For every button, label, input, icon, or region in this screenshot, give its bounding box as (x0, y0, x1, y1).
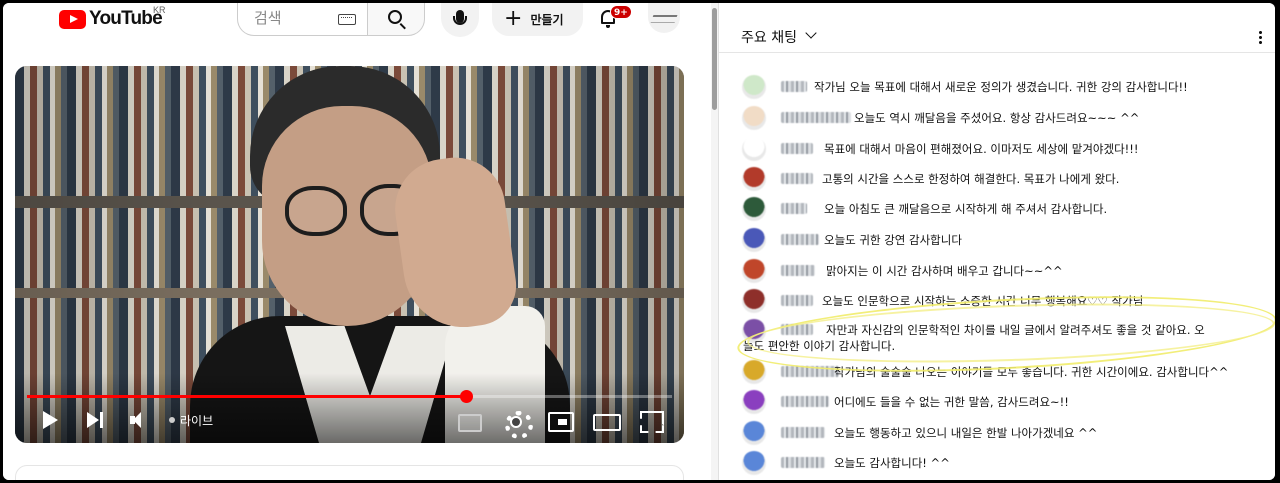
chat-author-avatar[interactable] (742, 259, 766, 283)
chat-author-avatar[interactable] (742, 360, 766, 384)
chat-author-avatar[interactable] (742, 228, 766, 252)
speaker-hand (388, 151, 522, 335)
chat-author-avatar[interactable] (742, 167, 766, 191)
chat-message-text: 어디에도 들을 수 없는 귀한 말씀, 감사드려요~!! (834, 395, 1069, 409)
live-chat-panel: 주요 채팅 작가님 오늘 목표에 대해서 새로운 정의가 생겼습니다. 귀한 강… (718, 3, 1275, 480)
chevron-down-icon[interactable] (805, 27, 817, 39)
chat-message-text: 오늘도 역시 깨달음을 주셨어요. 항상 감사드려요~~~ ^^ (854, 111, 1140, 125)
chat-message-text: 오늘 아침도 큰 깨달음으로 시작하게 해 주셔서 감사합니다. (824, 202, 1108, 216)
voice-search-button[interactable] (441, 3, 479, 37)
settings-gear-icon[interactable] (503, 409, 533, 439)
chat-author-name-blurred[interactable] (781, 203, 807, 214)
youtube-logo[interactable]: YouTube (59, 7, 163, 31)
video-page: YouTube KR 검색 + 만들기 9+ 라이브 (3, 3, 711, 480)
chat-header: 주요 채팅 (719, 3, 1275, 53)
chat-author-avatar[interactable] (742, 106, 766, 130)
chat-message[interactable]: 맑아지는 이 시간 감사하며 배우고 갑니다~~^^ (719, 257, 1275, 285)
progress-fill (27, 395, 466, 398)
country-code: KR (153, 5, 166, 15)
search-button[interactable] (367, 3, 425, 36)
progress-scrubber[interactable] (459, 390, 473, 403)
logo-text: YouTube (89, 8, 163, 29)
plus-icon: + (504, 5, 523, 31)
chat-author-name-blurred[interactable] (781, 81, 807, 92)
chat-message-text: 맑아지는 이 시간 감사하며 배우고 갑니다~~^^ (826, 264, 1063, 278)
progress-bar[interactable] (27, 390, 672, 403)
chat-message-text: 오늘도 귀한 강연 감사합니다 (824, 233, 962, 247)
chat-message-text: 오늘도 감사합니다! ^^ (834, 456, 950, 470)
chat-message[interactable]: 오늘 아침도 큰 깨달음으로 시작하게 해 주셔서 감사합니다. (719, 195, 1275, 223)
search-placeholder: 검색 (254, 9, 282, 27)
chat-author-name-blurred[interactable] (781, 143, 813, 154)
fullscreen-icon[interactable] (640, 409, 660, 431)
chat-message[interactable]: 고통의 시간을 스스로 한정하여 해결한다. 목표가 나에게 왔다. (719, 165, 1275, 193)
volume-icon[interactable] (130, 409, 148, 431)
chat-author-name-blurred[interactable] (781, 234, 819, 245)
create-label: 만들기 (530, 13, 564, 27)
chat-author-avatar[interactable] (742, 137, 766, 161)
chat-message[interactable]: 어디에도 들을 수 없는 귀한 말씀, 감사드려요~!! (719, 388, 1275, 416)
search-input[interactable]: 검색 (237, 3, 369, 36)
create-button[interactable]: + 만들기 (492, 3, 583, 36)
chat-author-name-blurred[interactable] (781, 427, 825, 438)
chat-author-avatar[interactable] (742, 421, 766, 445)
youtube-play-icon (59, 9, 86, 29)
chat-message[interactable]: 오늘도 감사합니다! ^^ (719, 449, 1275, 477)
chat-author-name-blurred[interactable] (781, 457, 825, 468)
chat-author-avatar[interactable] (742, 75, 766, 99)
search-icon (388, 10, 402, 24)
below-video-card (15, 465, 684, 480)
chat-author-avatar[interactable] (742, 197, 766, 221)
scrollbar-thumb[interactable] (712, 8, 717, 110)
theater-mode-icon[interactable] (593, 409, 621, 431)
chat-mode-selector[interactable]: 주요 채팅 (741, 27, 797, 47)
glasses-left-lens (285, 186, 347, 236)
account-avatar[interactable] (648, 3, 680, 33)
chat-message[interactable]: 목표에 대해서 마음이 편해졌어요. 이마저도 세상에 맡겨야겠다!!! (719, 135, 1275, 163)
notification-badge: 9+ (610, 5, 632, 19)
bell-clapper (606, 25, 610, 28)
video-player[interactable]: 라이브 (15, 66, 684, 443)
chat-message-text: 작가님 오늘 목표에 대해서 새로운 정의가 생겼습니다. 귀한 강의 감사합니… (814, 80, 1188, 94)
microphone-icon (453, 10, 467, 25)
live-dot-icon (169, 417, 175, 423)
chat-author-avatar[interactable] (742, 390, 766, 414)
chat-message[interactable]: 오늘도 역시 깨달음을 주셨어요. 항상 감사드려요~~~ ^^ (719, 104, 1275, 132)
page-scrollbar[interactable] (711, 3, 718, 480)
chat-message-text: 목표에 대해서 마음이 편해졌어요. 이마저도 세상에 맡겨야겠다!!! (824, 142, 1139, 156)
keyboard-icon[interactable] (338, 14, 356, 25)
chat-author-name-blurred[interactable] (781, 295, 813, 306)
chat-author-name-blurred[interactable] (781, 173, 813, 184)
chat-message[interactable]: 오늘도 귀한 강연 감사합니다 (719, 226, 1275, 254)
live-label[interactable]: 라이브 (180, 412, 213, 429)
controls-gradient (15, 373, 684, 443)
chat-author-name-blurred[interactable] (781, 265, 815, 276)
chat-author-avatar[interactable] (742, 289, 766, 313)
top-bar: YouTube KR 검색 + 만들기 9+ (3, 3, 711, 43)
chat-author-name-blurred[interactable] (781, 396, 829, 407)
next-icon[interactable] (87, 409, 105, 431)
chat-author-name-blurred[interactable] (781, 112, 851, 123)
chat-author-avatar[interactable] (742, 451, 766, 475)
chat-message-text: 고통의 시간을 스스로 한정하여 해결한다. 목표가 나에게 왔다. (822, 172, 1120, 186)
chat-message[interactable]: 작가님 오늘 목표에 대해서 새로운 정의가 생겼습니다. 귀한 강의 감사합니… (719, 73, 1275, 101)
subtitles-icon[interactable] (458, 409, 482, 432)
screenshot-frame: YouTube KR 검색 + 만들기 9+ 라이브 주요 채팅 작가님 오늘 … (3, 3, 1275, 480)
chat-message-text: 오늘도 행동하고 있으니 내일은 한발 나아가겠네요 ^^ (834, 426, 1098, 440)
miniplayer-icon[interactable] (548, 409, 574, 432)
chat-message[interactable]: 오늘도 행동하고 있으니 내일은 한발 나아가겠네요 ^^ (719, 419, 1275, 447)
play-icon[interactable] (43, 409, 59, 431)
more-options-icon[interactable] (1259, 30, 1262, 44)
